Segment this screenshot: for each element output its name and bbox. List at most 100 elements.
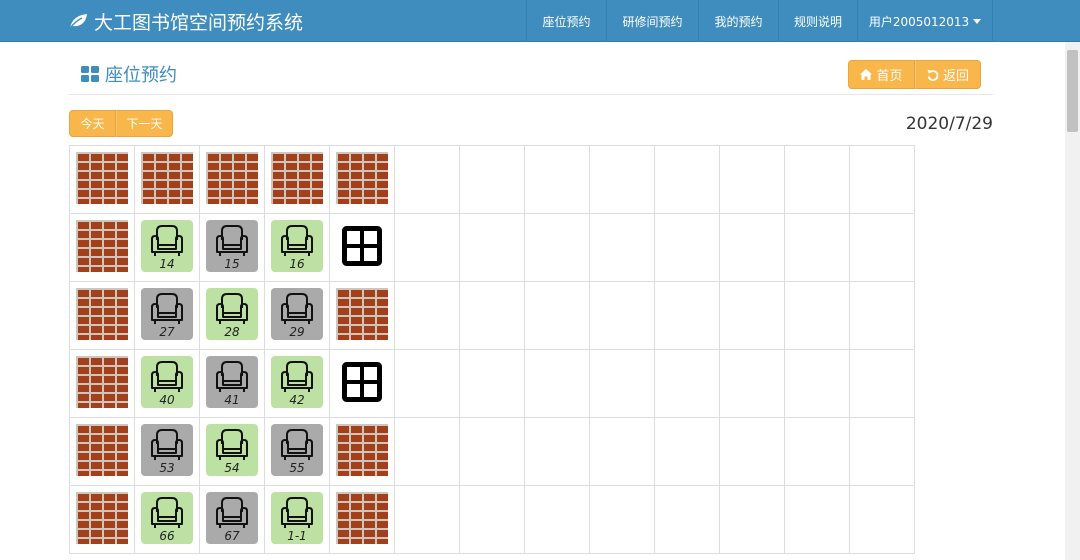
header-buttons: 首页 返回 — [848, 60, 981, 89]
seat-taken[interactable]: 55 — [271, 424, 323, 476]
page-header: 座位预约 首页 返回 — [69, 56, 993, 95]
seat-cell[interactable]: 27 — [141, 288, 193, 340]
seat-number: 15 — [224, 257, 240, 271]
seat-cell[interactable]: 41 — [206, 356, 258, 408]
nav-rules[interactable]: 规则说明 — [778, 0, 857, 42]
seat-available[interactable]: 14 — [141, 220, 193, 272]
seat-number: 42 — [289, 393, 305, 407]
seat-cell[interactable]: 40 — [141, 356, 193, 408]
grid-cell — [524, 417, 590, 486]
grid-cell — [784, 145, 850, 214]
grid-cell — [589, 281, 655, 350]
grid-cell — [459, 213, 525, 282]
home-label: 首页 — [876, 69, 903, 84]
seat-cell[interactable]: 14 — [141, 220, 193, 272]
seat-cell[interactable]: 1-1 — [271, 492, 323, 544]
grid-cell — [199, 145, 265, 214]
grid-cell: 41 — [199, 349, 265, 418]
seat-available[interactable]: 1-1 — [271, 492, 323, 544]
nav-user-menu[interactable]: 用户2005012013 — [857, 0, 993, 42]
seat-cell[interactable]: 29 — [271, 288, 323, 340]
grid-cell — [784, 485, 850, 554]
grid-cell — [459, 349, 525, 418]
seat-cell[interactable]: 16 — [271, 220, 323, 272]
page-title: 座位预约 — [81, 61, 177, 87]
seat-cell[interactable]: 53 — [141, 424, 193, 476]
seat-taken[interactable]: 41 — [206, 356, 258, 408]
seat-taken[interactable]: 27 — [141, 288, 193, 340]
page-scrollbar[interactable] — [1065, 42, 1080, 560]
seat-number: 55 — [289, 461, 305, 475]
nav-seat-booking[interactable]: 座位预约 — [526, 0, 606, 42]
seat-available[interactable]: 66 — [141, 492, 193, 544]
main-nav: 座位预约 研修间预约 我的预约 规则说明 用户2005012013 — [526, 0, 993, 42]
seat-available[interactable]: 28 — [206, 288, 258, 340]
seat-cell[interactable]: 28 — [206, 288, 258, 340]
seat-available[interactable]: 16 — [271, 220, 323, 272]
grid-cell — [524, 349, 590, 418]
armchair-icon — [216, 293, 248, 324]
grid-cell: 55 — [264, 417, 330, 486]
armchair-icon — [151, 225, 183, 256]
seat-cell[interactable]: 54 — [206, 424, 258, 476]
grid-cell: 53 — [134, 417, 200, 486]
next-day-button[interactable]: 下一天 — [116, 110, 173, 137]
wall-tile — [76, 492, 128, 544]
armchair-icon — [216, 429, 248, 460]
grid-cell — [589, 349, 655, 418]
grid-cell — [849, 485, 915, 554]
seat-number: 54 — [224, 461, 240, 475]
wall-tile — [141, 152, 193, 204]
seat-available[interactable]: 42 — [271, 356, 323, 408]
grid-cell — [784, 213, 850, 282]
seat-cell[interactable]: 42 — [271, 356, 323, 408]
grid-cell — [134, 145, 200, 214]
brand[interactable]: 大工图书馆空间预约系统 — [68, 0, 303, 42]
today-button[interactable]: 今天 — [69, 110, 116, 137]
seat-available[interactable]: 40 — [141, 356, 193, 408]
armchair-icon — [281, 293, 313, 324]
back-button[interactable]: 返回 — [915, 60, 981, 89]
wall-tile — [271, 152, 323, 204]
nav-my-bookings[interactable]: 我的预约 — [698, 0, 778, 42]
seat-cell[interactable]: 55 — [271, 424, 323, 476]
grid-cell — [654, 281, 720, 350]
seat-cell[interactable]: 15 — [206, 220, 258, 272]
grid-cell — [394, 145, 460, 214]
nav-study-room-booking[interactable]: 研修间预约 — [606, 0, 698, 42]
day-selector: 今天 下一天 — [69, 110, 173, 137]
grid-cell — [394, 485, 460, 554]
seat-cell[interactable]: 67 — [206, 492, 258, 544]
grid-cell — [654, 145, 720, 214]
grid-cell — [69, 417, 135, 486]
grid-cell — [719, 213, 785, 282]
scrollbar-thumb[interactable] — [1067, 50, 1078, 132]
seat-row: 40 41 42 — [69, 349, 915, 418]
wall-tile — [336, 288, 388, 340]
grid-cell — [589, 485, 655, 554]
brand-title: 大工图书馆空间预约系统 — [94, 11, 304, 34]
seat-map: 14 15 16 27 28 29 40 41 42 53 54 55 66 67 1-1 — [69, 145, 915, 554]
grid-cell: 67 — [199, 485, 265, 554]
grid-cell — [719, 349, 785, 418]
seat-taken[interactable]: 29 — [271, 288, 323, 340]
grid-cell — [849, 145, 915, 214]
wall-tile — [336, 152, 388, 204]
grid-cell — [459, 417, 525, 486]
grid-cell — [69, 281, 135, 350]
grid-cell — [719, 281, 785, 350]
seat-cell[interactable]: 66 — [141, 492, 193, 544]
seat-available[interactable]: 54 — [206, 424, 258, 476]
seat-taken[interactable]: 67 — [206, 492, 258, 544]
armchair-icon — [151, 361, 183, 392]
grid-cell: 15 — [199, 213, 265, 282]
grid-cell: 14 — [134, 213, 200, 282]
seat-number: 16 — [289, 257, 305, 271]
window-icon — [342, 362, 382, 402]
wall-tile — [76, 220, 128, 272]
seat-taken[interactable]: 15 — [206, 220, 258, 272]
seat-number: 53 — [159, 461, 175, 475]
undo-icon — [927, 69, 939, 81]
seat-taken[interactable]: 53 — [141, 424, 193, 476]
home-button[interactable]: 首页 — [848, 60, 915, 89]
